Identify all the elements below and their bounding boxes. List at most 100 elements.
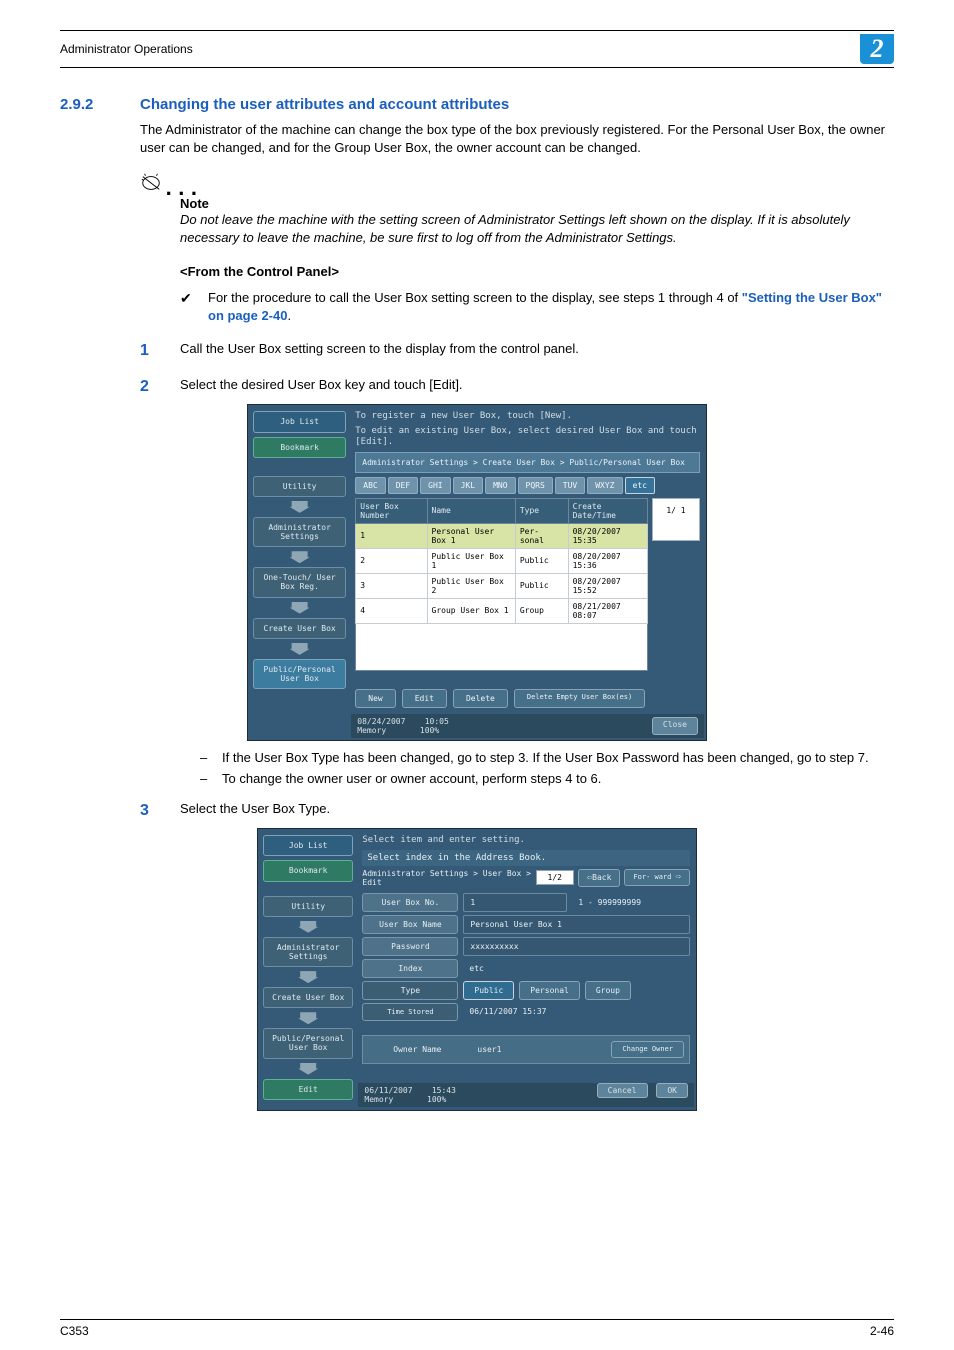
status-pct: 100% bbox=[427, 1095, 446, 1104]
section-intro: The Administrator of the machine can cha… bbox=[140, 121, 894, 156]
delete-button[interactable]: Delete bbox=[453, 689, 508, 708]
ok-button[interactable]: OK bbox=[656, 1083, 688, 1098]
page-indicator: 1/ 1 bbox=[652, 498, 700, 541]
status-time: 10:05 bbox=[425, 717, 449, 726]
panel-instruction-2: To edit an existing User Box, select des… bbox=[355, 426, 700, 448]
section-title: Changing the user attributes and account… bbox=[140, 96, 509, 113]
side-utility[interactable]: Utility bbox=[263, 896, 353, 917]
dash-icon: – bbox=[200, 771, 222, 786]
status-time: 15:43 bbox=[432, 1086, 456, 1095]
tab-ghi[interactable]: GHI bbox=[420, 477, 450, 494]
label-box-name[interactable]: User Box Name bbox=[362, 915, 458, 934]
field-box-no[interactable]: 1 bbox=[463, 893, 567, 912]
step2-sub1: If the User Box Type has been changed, g… bbox=[222, 750, 869, 765]
subsection-title: <From the Control Panel> bbox=[180, 264, 894, 279]
tab-pqrs[interactable]: PQRS bbox=[518, 477, 553, 494]
side-admin-settings[interactable]: Administrator Settings bbox=[253, 517, 346, 547]
field-index: etc bbox=[463, 960, 489, 977]
side-bookmark[interactable]: Bookmark bbox=[253, 437, 346, 458]
side-public-personal[interactable]: Public/Personal User Box bbox=[263, 1028, 353, 1058]
section-number: 2.9.2 bbox=[60, 96, 140, 113]
arrow-down-icon bbox=[298, 971, 318, 983]
side-utility[interactable]: Utility bbox=[253, 476, 346, 497]
side-job-list[interactable]: Job List bbox=[263, 835, 353, 856]
tab-tuv[interactable]: TUV bbox=[555, 477, 585, 494]
close-button[interactable]: Close bbox=[652, 717, 698, 735]
panel-instruction-1: To register a new User Box, touch [New]. bbox=[355, 411, 700, 422]
tab-abc[interactable]: ABC bbox=[355, 477, 385, 494]
forward-button[interactable]: For- ward ⇨ bbox=[624, 869, 690, 886]
status-pct: 100% bbox=[420, 726, 439, 735]
side-job-list[interactable]: Job List bbox=[253, 411, 346, 432]
footer-page: 2-46 bbox=[870, 1324, 894, 1338]
col-name: Name bbox=[427, 498, 515, 523]
tab-wxyz[interactable]: WXYZ bbox=[587, 477, 622, 494]
breadcrumb: Administrator Settings > Create User Box… bbox=[355, 452, 700, 473]
user-box-table: User Box Number Name Type Create Date/Ti… bbox=[355, 498, 648, 671]
step-2-text: Select the desired User Box key and touc… bbox=[180, 376, 463, 398]
type-group[interactable]: Group bbox=[585, 981, 631, 1000]
note-icon bbox=[140, 172, 162, 194]
tab-etc[interactable]: etc bbox=[625, 477, 655, 494]
step2-sub2: To change the owner user or owner accoun… bbox=[222, 771, 601, 786]
side-create-user-box[interactable]: Create User Box bbox=[253, 618, 346, 639]
field-box-name: Personal User Box 1 bbox=[463, 915, 690, 934]
arrow-down-icon bbox=[290, 602, 310, 614]
cancel-button[interactable]: Cancel bbox=[597, 1083, 648, 1098]
step-number-1: 1 bbox=[140, 340, 180, 362]
label-password[interactable]: Password bbox=[362, 937, 458, 956]
arrow-down-icon bbox=[290, 501, 310, 513]
field-password: xxxxxxxxxx bbox=[463, 937, 690, 956]
table-row[interactable]: 4Group User Box 1Group08/21/2007 08:07 bbox=[356, 598, 648, 623]
status-date: 06/11/2007 bbox=[364, 1086, 412, 1095]
arrow-down-icon bbox=[298, 1063, 318, 1075]
change-owner-button[interactable]: Change Owner bbox=[611, 1041, 684, 1058]
screenshot-user-box-edit: Job List Bookmark Utility Administrator … bbox=[257, 828, 697, 1111]
back-button[interactable]: ⇦Back bbox=[578, 869, 621, 887]
box-no-range: 1 - 999999999 bbox=[572, 894, 647, 911]
field-time-stored: 06/11/2007 15:37 bbox=[463, 1003, 552, 1020]
screenshot-user-box-list: Job List Bookmark Utility Administrator … bbox=[247, 404, 707, 740]
delete-empty-button[interactable]: Delete Empty User Box(es) bbox=[514, 689, 645, 708]
running-header: Administrator Operations bbox=[60, 42, 193, 56]
table-row[interactable]: 2Public User Box 1Public08/20/2007 15:36 bbox=[356, 548, 648, 573]
step-number-2: 2 bbox=[140, 376, 180, 398]
panel-instruction-1: Select item and enter setting. bbox=[362, 835, 690, 846]
edit-button[interactable]: Edit bbox=[402, 689, 447, 708]
type-public[interactable]: Public bbox=[463, 981, 514, 1000]
arrow-down-icon bbox=[290, 551, 310, 563]
tab-jkl[interactable]: JKL bbox=[453, 477, 483, 494]
side-onetouch[interactable]: One-Touch/ User Box Reg. bbox=[253, 567, 346, 597]
label-owner-name: Owner Name bbox=[368, 1041, 466, 1058]
status-date: 08/24/2007 bbox=[357, 717, 405, 726]
step-1-text: Call the User Box setting screen to the … bbox=[180, 340, 579, 362]
side-edit[interactable]: Edit bbox=[263, 1079, 353, 1100]
step-number-3: 3 bbox=[140, 800, 180, 822]
side-create-user-box[interactable]: Create User Box bbox=[263, 987, 353, 1008]
label-index[interactable]: Index bbox=[362, 959, 458, 978]
table-row[interactable]: 3Public User Box 2Public08/20/2007 15:52 bbox=[356, 573, 648, 598]
col-type: Type bbox=[515, 498, 568, 523]
arrow-down-icon bbox=[298, 1012, 318, 1024]
checkmark-icon: ✔ bbox=[180, 289, 208, 325]
col-date: Create Date/Time bbox=[568, 498, 647, 523]
note-label: Note bbox=[180, 196, 894, 211]
dash-icon: – bbox=[200, 750, 222, 765]
arrow-down-icon bbox=[298, 921, 318, 933]
col-number: User Box Number bbox=[356, 498, 427, 523]
table-row[interactable]: 1Personal User Box 1Per- sonal08/20/2007… bbox=[356, 523, 648, 548]
new-button[interactable]: New bbox=[355, 689, 395, 708]
breadcrumb: Administrator Settings > User Box > Edit bbox=[362, 869, 531, 887]
type-personal[interactable]: Personal bbox=[519, 981, 580, 1000]
label-type: Type bbox=[362, 981, 458, 1000]
dots-icon: . . . bbox=[166, 182, 198, 194]
step-3-text: Select the User Box Type. bbox=[180, 800, 330, 822]
label-box-no: User Box No. bbox=[362, 893, 458, 912]
tab-mno[interactable]: MNO bbox=[485, 477, 515, 494]
check-text: For the procedure to call the User Box s… bbox=[208, 289, 894, 325]
side-public-personal[interactable]: Public/Personal User Box bbox=[253, 659, 346, 689]
side-bookmark[interactable]: Bookmark bbox=[263, 860, 353, 881]
side-admin-settings[interactable]: Administrator Settings bbox=[263, 937, 353, 967]
tab-def[interactable]: DEF bbox=[388, 477, 418, 494]
status-memory: Memory bbox=[364, 1095, 393, 1104]
